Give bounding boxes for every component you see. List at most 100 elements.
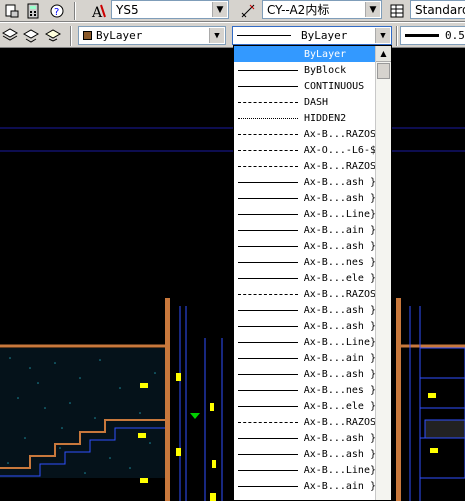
- linetype-preview: [238, 69, 298, 71]
- linetype-option-label: Ax-B...nes }: [303, 384, 376, 396]
- lineweight-value: 0.50: [445, 29, 465, 42]
- linetype-option[interactable]: Ax-B...ain }: [234, 222, 376, 238]
- dropdown-scrollbar[interactable]: ▲: [375, 46, 391, 500]
- linetype-option[interactable]: Ax-B...nes }: [234, 382, 376, 398]
- linetype-option[interactable]: Ax-B...nes }: [234, 254, 376, 270]
- scroll-up-icon[interactable]: ▲: [376, 46, 391, 62]
- table-style-select[interactable]: Standard: [410, 0, 465, 19]
- help-icon[interactable]: ?: [48, 2, 66, 20]
- linetype-option[interactable]: Ax-B...ain }: [234, 350, 376, 366]
- linetype-preview: [238, 149, 298, 151]
- linetype-option-label: Ax-B...ele }: [303, 400, 376, 412]
- dim-style-icon[interactable]: [239, 2, 257, 20]
- linetype-option-label: Ax-B...ain }: [303, 224, 376, 236]
- color-select[interactable]: ByLayer ▼: [78, 26, 226, 45]
- linetype-option[interactable]: Ax-B...ain }: [234, 478, 376, 494]
- linetype-preview: [238, 485, 298, 487]
- linetype-preview: [238, 469, 298, 471]
- scroll-thumb[interactable]: [377, 63, 390, 79]
- linetype-option[interactable]: ByBlock: [234, 62, 376, 78]
- linetype-option-label: Ax-B...RAZOS: [303, 288, 376, 300]
- table-style-value: Standard: [415, 2, 465, 17]
- layer-isolate-icon[interactable]: [44, 26, 62, 44]
- linetype-preview: [238, 341, 298, 343]
- linetype-option[interactable]: DASH: [234, 94, 376, 110]
- linetype-option-label: Ax-B...ash }: [303, 368, 376, 380]
- linetype-option[interactable]: Ax-B...ash }: [234, 302, 376, 318]
- dim-style-value: CY--A2内标: [267, 3, 330, 17]
- linetype-option[interactable]: Ax-B...Line}: [234, 206, 376, 222]
- chevron-down-icon[interactable]: ▼: [375, 28, 390, 43]
- color-value: ByLayer: [96, 29, 143, 42]
- linetype-option[interactable]: AX-O...-L6-$: [234, 142, 376, 158]
- linetype-option[interactable]: Ax-B...RAZOS: [234, 286, 376, 302]
- linetype-value: ByLayer: [301, 29, 348, 42]
- linetype-option-label: Ax-B...ash }: [303, 176, 376, 188]
- linetype-preview: [238, 389, 298, 391]
- linetype-option-label: Ax-B...ain }: [303, 352, 376, 364]
- calculator-icon[interactable]: [24, 2, 42, 20]
- linetype-option[interactable]: Ax-B...Line}: [234, 334, 376, 350]
- chevron-down-icon[interactable]: ▼: [209, 28, 224, 43]
- linetype-preview: [238, 181, 298, 183]
- linetype-preview: [238, 85, 298, 87]
- linetype-preview: [238, 54, 298, 55]
- linetype-preview: [238, 229, 298, 231]
- linetype-option[interactable]: Ax-B...ash }: [234, 174, 376, 190]
- linetype-option[interactable]: Ax-B...ash }: [234, 446, 376, 462]
- linetype-preview: [237, 35, 291, 36]
- lineweight-preview: [405, 34, 439, 37]
- layer-states-icon[interactable]: [1, 26, 19, 44]
- linetype-preview: [238, 437, 298, 439]
- linetype-option[interactable]: HIDDEN2: [234, 110, 376, 126]
- linetype-option[interactable]: Ax-B...RAZOS: [234, 126, 376, 142]
- linetype-option-label: Ax-B...ash }: [303, 320, 376, 332]
- linetype-dropdown-list[interactable]: ByLayer ByBlock CONTINUOUS DASH HIDDEN2 Ax-B.…: [233, 45, 392, 501]
- linetype-option[interactable]: Ax-B...ash }: [234, 366, 376, 382]
- layer-previous-icon[interactable]: [22, 26, 40, 44]
- text-style-icon[interactable]: A: [90, 2, 108, 20]
- linetype-option-label: Ax-B...ash }: [303, 432, 376, 444]
- linetype-option[interactable]: ByLayer: [234, 46, 376, 62]
- text-style-select[interactable]: YS5 ▼: [111, 0, 229, 19]
- linetype-option-label: Ax-B...Line}: [303, 208, 376, 220]
- linetype-option-label: Ax-B...Line}: [303, 336, 376, 348]
- separator: [70, 26, 72, 46]
- linetype-option-label: Ax-B...ash }: [303, 240, 376, 252]
- table-style-icon[interactable]: [388, 2, 406, 20]
- linetype-preview: [238, 373, 298, 375]
- linetype-option[interactable]: Ax-B...ash }: [234, 318, 376, 334]
- linetype-option-label: Ax-B...nes }: [303, 256, 376, 268]
- dim-style-select[interactable]: CY--A2内标 ▼: [262, 0, 382, 19]
- linetype-preview: [238, 277, 298, 279]
- linetype-option[interactable]: Ax-B...ele }: [234, 398, 376, 414]
- separator: [74, 2, 76, 20]
- linetype-option[interactable]: Ax-B...ash }: [234, 238, 376, 254]
- linetype-preview: [238, 357, 298, 359]
- styles-toolbar: ? A YS5 ▼ CY--A2内标 ▼ Standard: [0, 0, 465, 22]
- linetype-option[interactable]: Ax-B...Line}: [234, 462, 376, 478]
- text-style-value: YS5: [116, 2, 139, 17]
- linetype-option[interactable]: Ax-B...ash }: [234, 190, 376, 206]
- linetype-option[interactable]: Ax-B...RAZOS: [234, 414, 376, 430]
- linetype-preview: [238, 133, 298, 135]
- lineweight-select[interactable]: 0.50: [400, 26, 465, 45]
- linetype-option-label: Ax-B...RAZOS: [303, 160, 376, 172]
- linetype-option[interactable]: Ax-B...RAZOS: [234, 158, 376, 174]
- linetype-select[interactable]: ByLayer ▼: [232, 26, 392, 45]
- linetype-option[interactable]: CONTINUOUS: [234, 78, 376, 94]
- linetype-preview: [238, 197, 298, 199]
- linetype-option-label: DASH: [304, 96, 329, 108]
- linetype-option-label: ByBlock: [304, 64, 347, 76]
- linetype-option-label: Ax-B...RAZOS: [303, 128, 376, 140]
- linetype-option[interactable]: Ax-B...ele }: [234, 270, 376, 286]
- linetype-preview: [238, 293, 298, 295]
- linetype-preview: [238, 309, 298, 311]
- linetype-option[interactable]: Ax-B...ash }: [234, 430, 376, 446]
- print-preview-icon[interactable]: [3, 2, 21, 20]
- chevron-down-icon[interactable]: ▼: [365, 2, 380, 17]
- linetype-preview: [238, 261, 298, 263]
- linetype-preview: [238, 453, 298, 455]
- chevron-down-icon[interactable]: ▼: [212, 2, 227, 17]
- separator: [396, 26, 398, 46]
